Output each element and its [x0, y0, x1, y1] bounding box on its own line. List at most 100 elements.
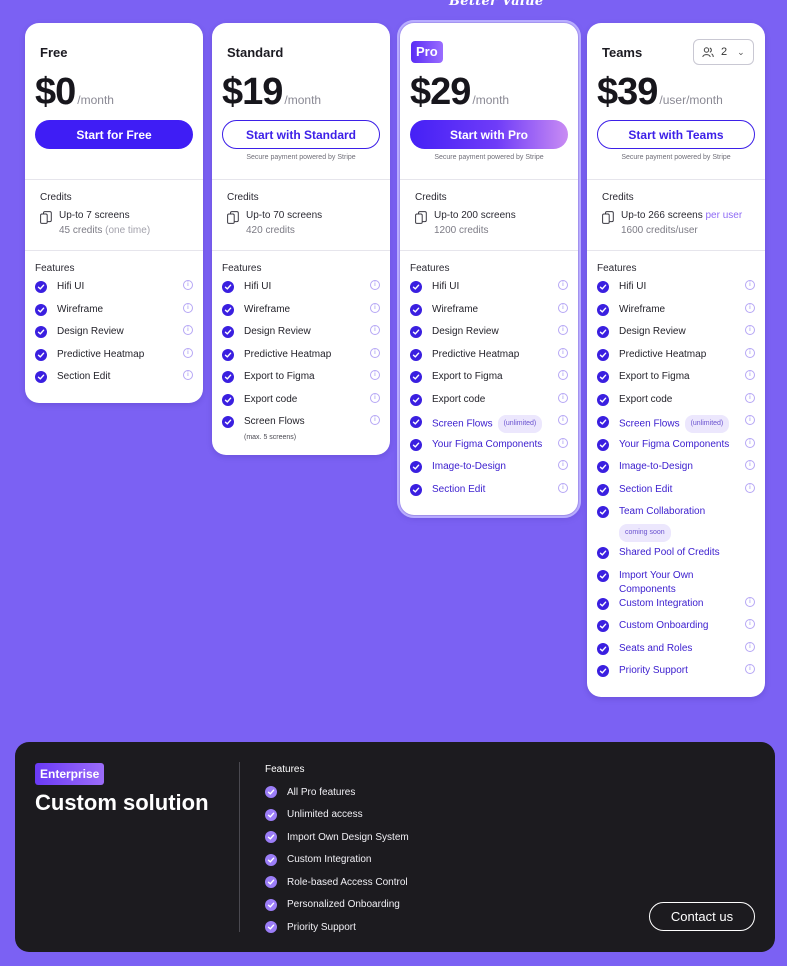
info-icon[interactable]: i — [745, 325, 755, 335]
check-icon — [597, 416, 609, 428]
info-icon[interactable]: i — [558, 280, 568, 290]
feature-item: Your Figma Components i — [597, 437, 755, 461]
check-icon — [597, 665, 609, 677]
info-icon[interactable]: i — [370, 325, 380, 335]
feature-label-wrap: Export to Figma — [244, 370, 315, 384]
feature-label-wrap: Predictive Heatmap — [57, 348, 144, 362]
info-icon[interactable]: i — [558, 302, 568, 313]
info-icon[interactable]: i — [370, 302, 380, 313]
feature-label-wrap: Custom Integration — [619, 597, 704, 611]
info-icon[interactable]: i — [745, 664, 755, 674]
feature-label-wrap: Wireframe — [432, 303, 478, 317]
features-title: Features — [222, 263, 262, 274]
check-icon — [265, 876, 277, 889]
feature-label-wrap: Hifi UI — [619, 280, 646, 294]
info-icon[interactable]: i — [558, 482, 568, 493]
info-icon[interactable]: i — [745, 415, 755, 425]
feature-label: Hifi UI — [432, 281, 460, 292]
feature-label-wrap: Your Figma Components — [432, 438, 542, 452]
info-icon[interactable]: i — [745, 641, 755, 652]
info-icon[interactable]: i — [370, 347, 380, 358]
info-icon[interactable]: i — [558, 347, 568, 358]
feature-item: Export to Figma i — [222, 370, 380, 393]
plan-period: /month — [77, 93, 114, 107]
feature-note: (max. 5 screens) — [244, 434, 297, 441]
feature-item: Hifi UI i — [410, 280, 568, 303]
info-icon[interactable]: i — [370, 392, 380, 403]
feature-item: Custom Integration — [265, 849, 409, 872]
feature-label-wrap: Design Review — [619, 325, 686, 339]
check-icon — [35, 326, 47, 338]
start-free-button[interactable]: Start for Free — [35, 120, 193, 149]
seat-count-select[interactable]: 2 ⌄ — [693, 39, 754, 65]
start-standard-button[interactable]: Start with Standard — [222, 120, 380, 149]
start-teams-button[interactable]: Start with Teams — [597, 120, 755, 149]
check-icon — [265, 786, 277, 799]
info-icon[interactable]: i — [558, 325, 568, 335]
contact-us-button[interactable]: Contact us — [649, 902, 755, 931]
info-icon[interactable]: i — [183, 325, 193, 335]
feature-item: Role-based Access Control — [265, 871, 409, 894]
credit-line: Up-to 200 screens 1200 credits — [415, 210, 563, 236]
feature-label-wrap: Team Collaboration coming soon — [619, 505, 705, 546]
feature-label: Role-based Access Control — [287, 876, 408, 888]
feature-item: Personalized Onboarding — [265, 894, 409, 917]
credits-section: Credits Up-to 266 screens per user 1600 cr… — [587, 180, 765, 250]
feature-label-wrap: Your Figma Components — [619, 438, 729, 452]
feature-label: Export to Figma — [432, 371, 503, 382]
info-icon[interactable]: i — [558, 460, 568, 470]
info-icon[interactable]: i — [745, 596, 755, 607]
info-icon[interactable]: i — [745, 482, 755, 493]
info-icon[interactable]: i — [745, 437, 755, 448]
credit-amount-value: 420 credits — [246, 225, 295, 236]
users-icon — [702, 46, 714, 57]
info-icon[interactable]: i — [183, 302, 193, 313]
credits-section: Credits Up-to 200 screens 1200 credits — [400, 180, 578, 250]
credit-screens: Up-to 7 screens — [59, 210, 150, 221]
feature-label-wrap: Shared Pool of Credits — [619, 546, 720, 560]
credits-section: Credits Up-to 7 screens 45 credits (one ti… — [25, 180, 203, 250]
credit-amount: 420 credits — [246, 225, 322, 236]
start-pro-button[interactable]: Start with Pro — [410, 120, 568, 149]
feature-item: Section Edit i — [597, 482, 755, 506]
info-icon[interactable]: i — [745, 302, 755, 313]
credits-title: Credits — [40, 192, 72, 203]
info-icon[interactable]: i — [558, 392, 568, 403]
info-icon[interactable]: i — [370, 415, 380, 425]
credit-amount-note: (one time) — [105, 225, 151, 236]
credit-line: Up-to 266 screens per user 1600 credits/u… — [602, 210, 750, 236]
info-icon[interactable]: i — [558, 370, 568, 380]
feature-label: Design Review — [432, 326, 499, 337]
info-icon[interactable]: i — [370, 280, 380, 290]
info-icon[interactable]: i — [370, 370, 380, 380]
info-icon[interactable]: i — [183, 347, 193, 358]
check-icon — [410, 281, 422, 293]
info-icon[interactable]: i — [745, 460, 755, 470]
plan-name: Free — [40, 45, 68, 60]
info-icon[interactable]: i — [745, 280, 755, 290]
info-icon[interactable]: i — [558, 415, 568, 425]
credit-amount-value: 45 credits — [59, 225, 103, 236]
check-icon — [597, 393, 609, 406]
feature-label-wrap: Seats and Roles — [619, 642, 692, 656]
enterprise-badge: Enterprise — [35, 763, 105, 785]
info-icon[interactable]: i — [183, 370, 193, 380]
info-icon[interactable]: i — [558, 437, 568, 448]
check-icon — [410, 438, 422, 451]
feature-item: Priority Support i — [597, 664, 755, 687]
unlimited-pill: (unlimited) — [497, 415, 543, 433]
info-icon[interactable]: i — [183, 280, 193, 290]
info-icon[interactable]: i — [745, 392, 755, 403]
check-icon — [222, 416, 234, 428]
features-section: Features Hifi UI i Wireframe i Design Review i… — [212, 251, 390, 455]
feature-item: Image-to-Design i — [597, 460, 755, 483]
info-icon[interactable]: i — [745, 347, 755, 358]
feature-label-wrap: Design Review — [244, 325, 311, 339]
feature-label: Import Own Design System — [287, 831, 409, 843]
feature-item: Design Review i — [35, 325, 193, 348]
feature-label: Hifi UI — [244, 281, 272, 292]
check-icon — [597, 461, 609, 473]
check-icon — [222, 393, 234, 406]
info-icon[interactable]: i — [745, 619, 755, 629]
info-icon[interactable]: i — [745, 370, 755, 380]
